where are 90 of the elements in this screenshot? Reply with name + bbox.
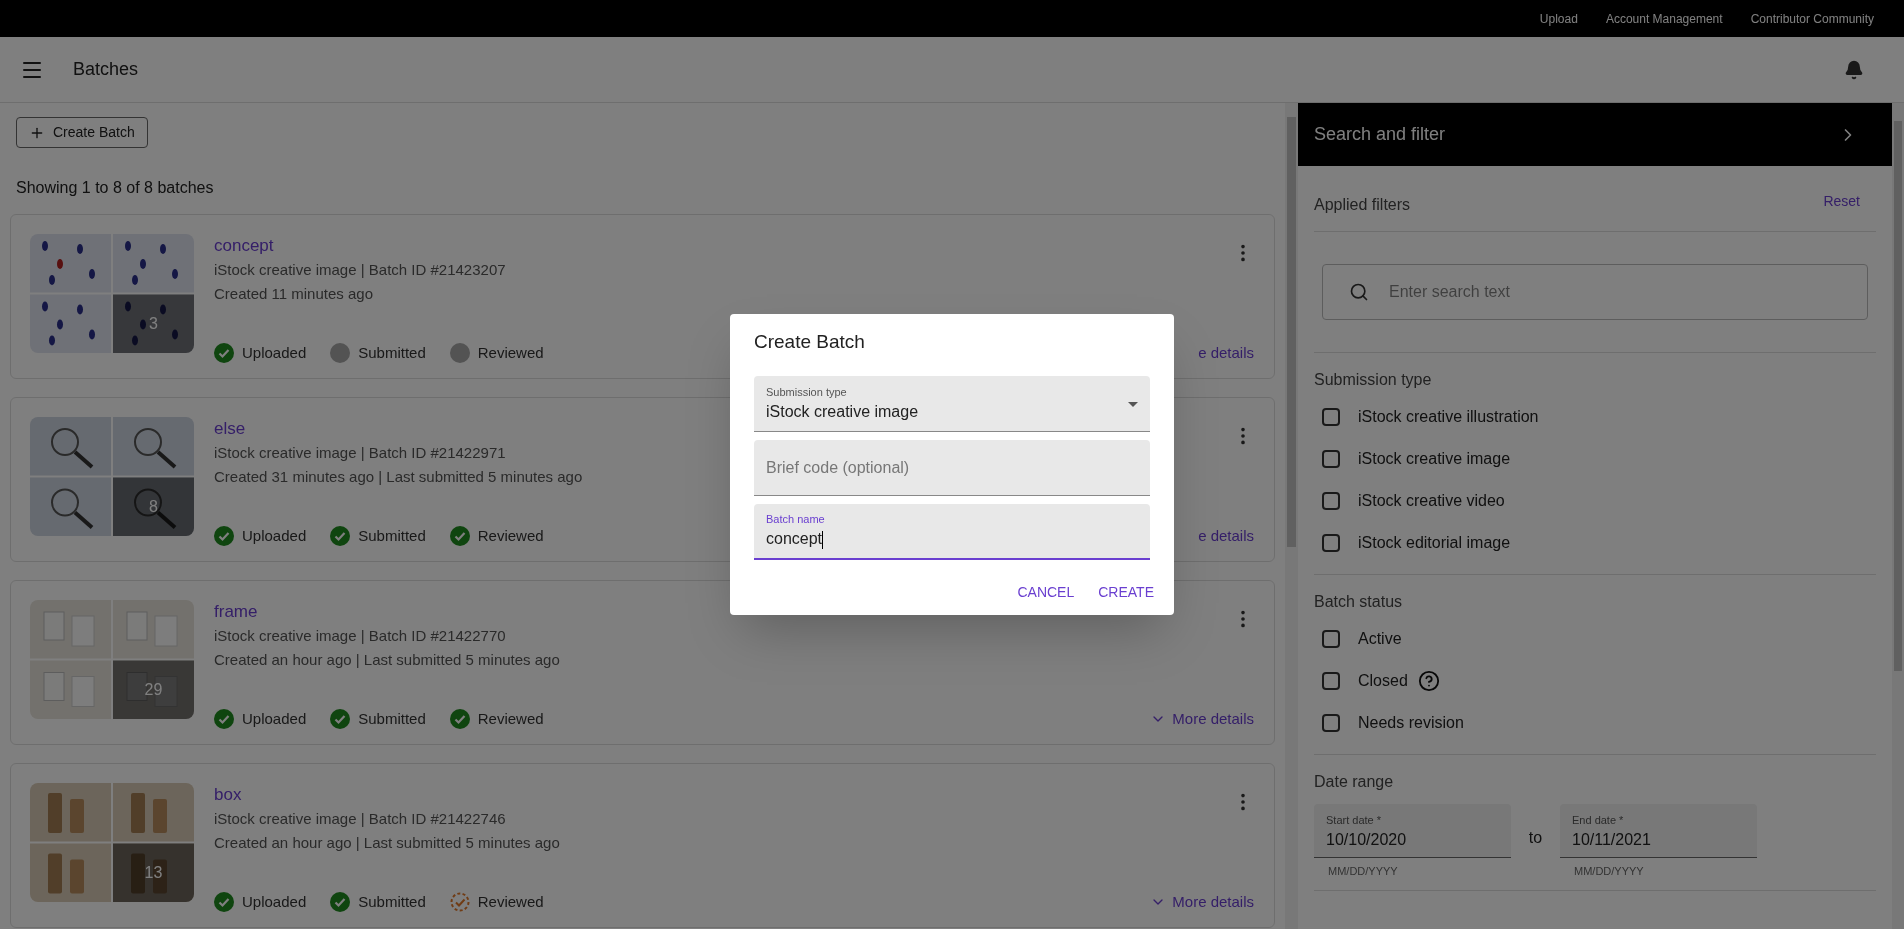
scrollbar[interactable] bbox=[1285, 103, 1298, 929]
check-circle-icon bbox=[214, 891, 234, 912]
check-circle-icon bbox=[330, 525, 351, 546]
date-separator: to bbox=[1527, 828, 1544, 848]
checkbox[interactable] bbox=[1322, 630, 1340, 648]
reset-link[interactable]: Reset bbox=[1823, 191, 1860, 212]
check-circle-icon bbox=[214, 708, 234, 729]
scrollbar-thumb[interactable] bbox=[1894, 121, 1902, 671]
batch-name[interactable]: box bbox=[214, 783, 560, 807]
status-label: Reviewed bbox=[477, 708, 544, 729]
filter-panel-header: Search and filter bbox=[1298, 103, 1892, 166]
status-label: Uploaded bbox=[242, 891, 307, 912]
image-count: 29 bbox=[143, 679, 164, 700]
scrollbar-thumb[interactable] bbox=[1287, 117, 1296, 547]
top-link[interactable]: Upload bbox=[1539, 9, 1578, 28]
checkbox-label: Closed bbox=[1358, 671, 1408, 691]
help-icon[interactable] bbox=[1417, 670, 1440, 692]
date-field[interactable]: Start date * 10/10/2020 bbox=[1314, 804, 1511, 858]
status-label: Submitted bbox=[358, 342, 426, 363]
circle-icon bbox=[449, 342, 470, 363]
check-circle-icon bbox=[449, 708, 470, 729]
image-count: 8 bbox=[148, 496, 159, 517]
status-label: Uploaded bbox=[242, 342, 307, 363]
dialog-action-button[interactable]: CREATE bbox=[1090, 576, 1162, 610]
date-format-hint: MM/DD/YYYY bbox=[1327, 864, 1399, 879]
batch-created: Created an hour ago | Last submitted 5 minutes ago bbox=[214, 833, 560, 853]
search-field[interactable]: Enter search text bbox=[1322, 264, 1868, 320]
checkbox-label: Needs revision bbox=[1358, 713, 1464, 733]
status-label: Uploaded bbox=[242, 525, 307, 546]
checkbox[interactable] bbox=[1322, 672, 1340, 690]
create-batch-button[interactable]: Create Batch bbox=[16, 117, 148, 148]
status-label: Reviewed bbox=[477, 342, 544, 363]
status-label: Submitted bbox=[358, 708, 426, 729]
batch-type: iStock creative image | Batch ID #21422746 bbox=[214, 809, 507, 829]
more-details-link[interactable]: More details bbox=[1150, 890, 1254, 913]
select-field[interactable]: Submission type iStock creative image bbox=[754, 376, 1150, 433]
image-count: 13 bbox=[143, 862, 164, 883]
circle-icon bbox=[330, 342, 351, 363]
dialog-title: Create Batch bbox=[754, 329, 866, 354]
dropdown-arrow-icon bbox=[1128, 402, 1138, 408]
checkbox[interactable] bbox=[1322, 534, 1340, 552]
checkbox[interactable] bbox=[1322, 492, 1340, 510]
results-summary: Showing 1 to 8 of 8 batches bbox=[16, 178, 215, 198]
batch-type: iStock creative image | Batch ID #21422971 bbox=[214, 443, 507, 463]
bell-icon[interactable] bbox=[1844, 59, 1864, 80]
search-icon bbox=[1349, 282, 1369, 302]
checkbox-label: iStock creative illustration bbox=[1358, 407, 1539, 427]
checkbox-label: iStock editorial image bbox=[1358, 533, 1511, 553]
scrollbar[interactable] bbox=[1892, 103, 1904, 929]
dialog-action-button[interactable]: CANCEL bbox=[1009, 576, 1083, 610]
checkbox[interactable] bbox=[1322, 714, 1340, 732]
checkbox-label: iStock creative video bbox=[1358, 491, 1505, 511]
batch-created: Created an hour ago | Last submitted 5 minutes ago bbox=[214, 650, 560, 670]
check-circle-icon bbox=[330, 891, 351, 912]
input-field[interactable]: Brief code (optional) bbox=[754, 440, 1150, 497]
section-title: Submission type bbox=[1314, 370, 1433, 390]
checkbox-label: iStock creative image bbox=[1358, 449, 1511, 469]
check-circle-icon bbox=[214, 342, 234, 363]
status-label: Uploaded bbox=[242, 708, 307, 729]
date-format-hint: MM/DD/YYYY bbox=[1573, 864, 1645, 879]
page-title: Batches bbox=[73, 58, 139, 81]
image-count: 3 bbox=[148, 313, 159, 334]
batch-name[interactable]: frame bbox=[214, 600, 560, 624]
top-link[interactable]: Account Management bbox=[1605, 9, 1723, 28]
more-details-link[interactable]: More details bbox=[1150, 707, 1254, 730]
status-label: Submitted bbox=[358, 891, 426, 912]
status-label: Submitted bbox=[358, 525, 426, 546]
batch-type: iStock creative image | Batch ID #21422770 bbox=[214, 626, 507, 646]
check-circle-icon bbox=[330, 708, 351, 729]
dashed-check-circle-icon bbox=[449, 891, 470, 912]
batch-name[interactable]: concept bbox=[214, 234, 506, 258]
input-field[interactable]: Batch name concept bbox=[754, 504, 1150, 561]
batch-created: Created 31 minutes ago | Last submitted 5 minutes ago bbox=[214, 467, 583, 487]
date-field[interactable]: End date * 10/11/2021 bbox=[1560, 804, 1757, 858]
checkbox[interactable] bbox=[1322, 408, 1340, 426]
checkbox[interactable] bbox=[1322, 450, 1340, 468]
batch-created: Created 11 minutes ago bbox=[214, 284, 374, 304]
top-link[interactable]: Contributor Community bbox=[1750, 9, 1874, 28]
status-label: Reviewed bbox=[477, 891, 544, 912]
more-details-link[interactable]: e details bbox=[1198, 341, 1254, 364]
section-title: Batch status bbox=[1314, 592, 1404, 612]
check-circle-icon bbox=[449, 525, 470, 546]
status-label: Reviewed bbox=[477, 525, 544, 546]
check-circle-icon bbox=[214, 525, 234, 546]
section-title: Applied filters bbox=[1314, 194, 1411, 215]
checkbox-label: Active bbox=[1358, 629, 1402, 649]
batch-type: iStock creative image | Batch ID #21423207 bbox=[214, 260, 506, 280]
batch-name[interactable]: else bbox=[214, 417, 583, 441]
section-title: Date range bbox=[1314, 772, 1395, 792]
more-details-link[interactable]: e details bbox=[1198, 524, 1254, 547]
